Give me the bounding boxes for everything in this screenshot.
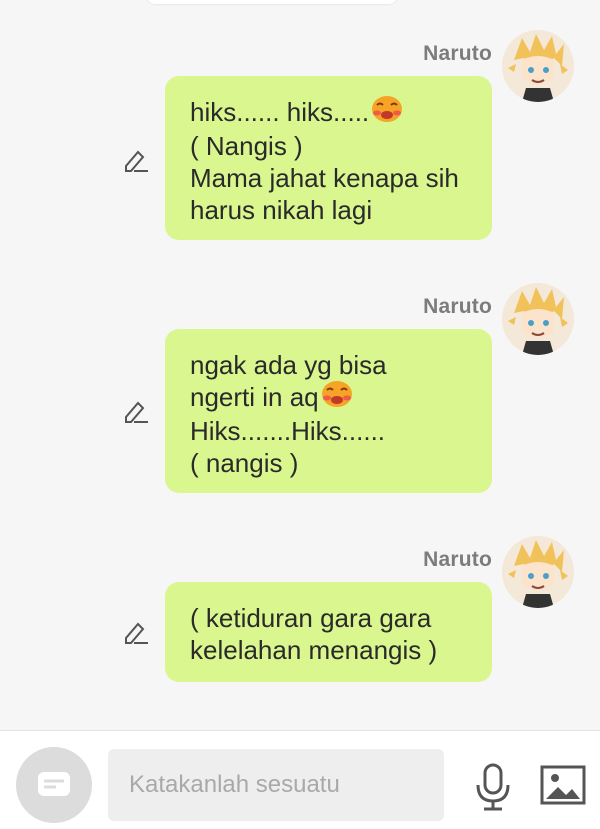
message-line: hiks...... hiks..... (190, 93, 468, 130)
avatar[interactable] (502, 283, 574, 355)
message-line: harus nikah lagi (190, 194, 373, 225)
avatar[interactable] (502, 30, 574, 102)
crying-face-emoji-icon (321, 378, 353, 415)
message-line-text: hiks...... hiks..... (190, 97, 370, 127)
image-button[interactable] (540, 765, 586, 807)
chat-bubble[interactable]: ( ketiduran gara gara kelelahan menangis… (165, 582, 492, 682)
message-input[interactable] (127, 770, 431, 800)
message-line: ( Nangis ) (190, 130, 303, 161)
sender-name: Naruto (423, 42, 492, 65)
message-line: Mama jahat kenapa sih (190, 162, 459, 193)
input-bar (0, 730, 600, 829)
edit-icon[interactable] (122, 146, 150, 174)
chat-bubble[interactable]: ngak ada yg bisa ngerti in aq Hiks......… (165, 329, 492, 493)
microphone-icon (476, 763, 510, 811)
chat-menu-button[interactable] (16, 747, 92, 823)
previous-message-stub (146, 0, 398, 4)
image-icon (540, 765, 586, 805)
sender-name: Naruto (423, 548, 492, 571)
message-input-field[interactable] (108, 749, 444, 821)
crying-face-emoji-icon (371, 93, 403, 130)
message-line-text: ngerti in aq (190, 382, 319, 412)
sender-name: Naruto (423, 295, 492, 318)
message-line: ( ketiduran gara gara (190, 603, 432, 633)
edit-icon[interactable] (122, 397, 150, 425)
message-line: ngerti in aq (190, 378, 468, 415)
chat-menu-icon (38, 772, 70, 796)
avatar[interactable] (502, 536, 574, 608)
edit-icon[interactable] (122, 618, 150, 646)
microphone-button[interactable] (470, 763, 516, 811)
message-line: Hiks.......Hiks...... (190, 415, 386, 446)
message-line: kelelahan menangis ) (190, 635, 438, 665)
message-line: ngak ada yg bisa (190, 350, 387, 380)
chat-bubble[interactable]: hiks...... hiks..... ( Nangis ) Mama jah… (165, 76, 492, 240)
message-line: ( nangis ) (190, 447, 299, 478)
